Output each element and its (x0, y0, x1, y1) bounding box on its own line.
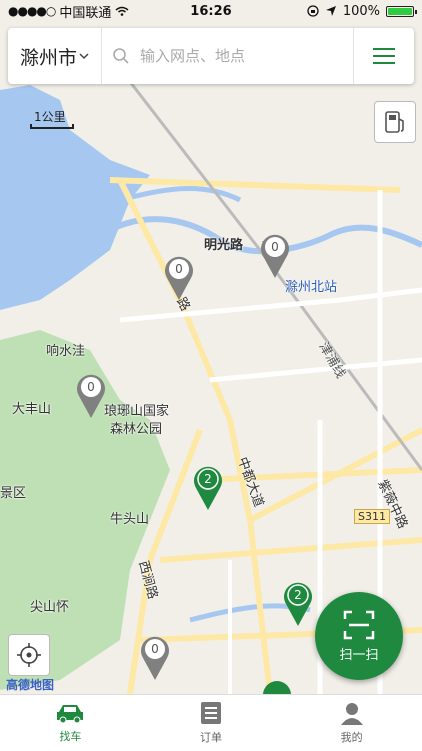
wifi-icon (115, 6, 129, 16)
rotation-lock-icon (307, 5, 319, 17)
city-selector[interactable]: 滁州市 (8, 28, 103, 84)
menu-button[interactable] (353, 28, 414, 84)
search-input[interactable] (138, 46, 343, 66)
crosshair-icon (17, 643, 41, 667)
hamburger-menu-icon (373, 48, 395, 64)
label-s311: S311 (354, 509, 390, 524)
pin-count: 0 (175, 262, 183, 276)
label-langya-2: 森林公园 (110, 422, 163, 437)
map-pin[interactable]: 2 (191, 462, 225, 516)
chevron-down-icon (79, 53, 89, 60)
city-name: 滁州市 (20, 46, 78, 69)
tab-label: 找车 (59, 730, 82, 743)
battery-icon (386, 5, 417, 17)
map-pin[interactable]: 2 (281, 578, 315, 632)
label-dafeng: 大丰山 (12, 402, 52, 417)
map-scale-label: 1公里 (34, 110, 66, 124)
search-field[interactable] (102, 28, 353, 84)
locate-me-button[interactable] (8, 634, 50, 676)
gas-station-button[interactable] (374, 101, 416, 143)
map-scale-bar (30, 124, 74, 129)
tab-bar: 找车 订单 我的 (0, 694, 422, 751)
pin-count: 2 (294, 588, 302, 602)
map-provider-logo: 高德地图 (6, 678, 55, 692)
map-pin[interactable]: 0 (74, 370, 108, 424)
clock: 16:26 (190, 3, 232, 19)
label-jianshan: 尖山怀 (30, 600, 70, 615)
user-icon (340, 703, 363, 725)
tab-find-car[interactable]: 找车 (0, 695, 141, 751)
search-bar: 滁州市 (8, 28, 414, 84)
battery-percent: 100% (342, 3, 380, 19)
gas-station-icon (385, 111, 404, 133)
label-mingguang-road: 明光路 (204, 238, 244, 253)
pin-count: 2 (204, 472, 212, 486)
order-list-icon (201, 702, 221, 724)
tab-label: 订单 (200, 731, 222, 744)
pin-count: 0 (87, 380, 95, 394)
status-bar: ●●●●○ 中国联通 16:26 100% (0, 0, 422, 22)
label-niutou: 牛头山 (110, 512, 150, 527)
scan-button[interactable]: 扫一扫 (315, 592, 403, 680)
scan-icon (343, 610, 375, 639)
location-arrow-icon (325, 6, 336, 16)
car-icon (57, 705, 84, 724)
label-langya-1: 琅琊山国家 (104, 404, 170, 419)
signal-icon: ●●●●○ (8, 4, 56, 18)
label-jingqu: 景区 (0, 486, 27, 501)
label-north-station: 滁州北站 (285, 280, 338, 295)
tab-profile[interactable]: 我的 (281, 695, 422, 751)
search-icon (113, 48, 129, 64)
pin-count: 0 (151, 642, 159, 656)
map-pin[interactable]: 0 (138, 632, 172, 686)
label-xiangshui: 响水洼 (46, 344, 86, 359)
tab-orders[interactable]: 订单 (141, 695, 282, 751)
scan-button-label: 扫一扫 (339, 647, 379, 663)
pin-count: 0 (271, 240, 279, 254)
tab-label: 我的 (340, 731, 363, 744)
carrier-name: 中国联通 (59, 5, 112, 21)
map-pin[interactable]: 0 (258, 230, 292, 284)
map-pin[interactable]: 0 (162, 252, 196, 306)
